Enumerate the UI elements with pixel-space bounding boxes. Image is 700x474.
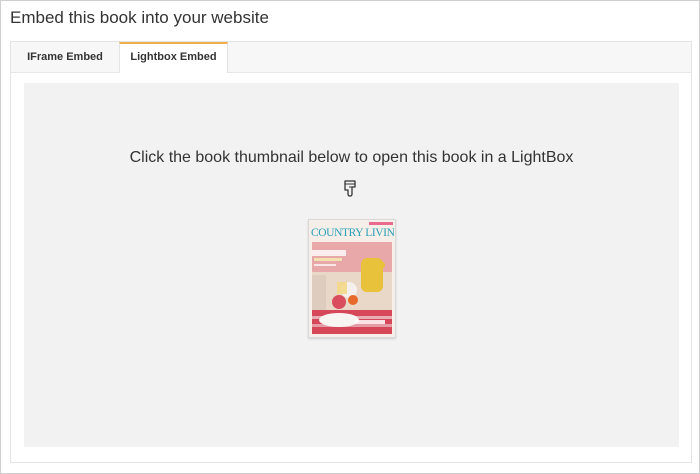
tab-strip: IFrame Embed Lightbox Embed bbox=[11, 42, 691, 73]
tabs-panel: IFrame Embed Lightbox Embed Click the bo… bbox=[10, 41, 692, 463]
lightbox-content-area: Click the book thumbnail below to open t… bbox=[24, 83, 679, 447]
embed-dialog: Embed this book into your website IFrame… bbox=[0, 0, 700, 474]
book-masthead: COUNTRY LIVING bbox=[311, 227, 396, 239]
dialog-title: Embed this book into your website bbox=[10, 8, 269, 27]
book-thumbnail[interactable]: COUNTRY LIVING bbox=[308, 219, 396, 338]
hand-pointing-down-icon bbox=[341, 179, 359, 199]
tab-iframe-embed[interactable]: IFrame Embed bbox=[11, 42, 119, 72]
tab-lightbox-embed[interactable]: Lightbox Embed bbox=[119, 42, 228, 73]
instruction-text: Click the book thumbnail below to open t… bbox=[129, 149, 574, 166]
